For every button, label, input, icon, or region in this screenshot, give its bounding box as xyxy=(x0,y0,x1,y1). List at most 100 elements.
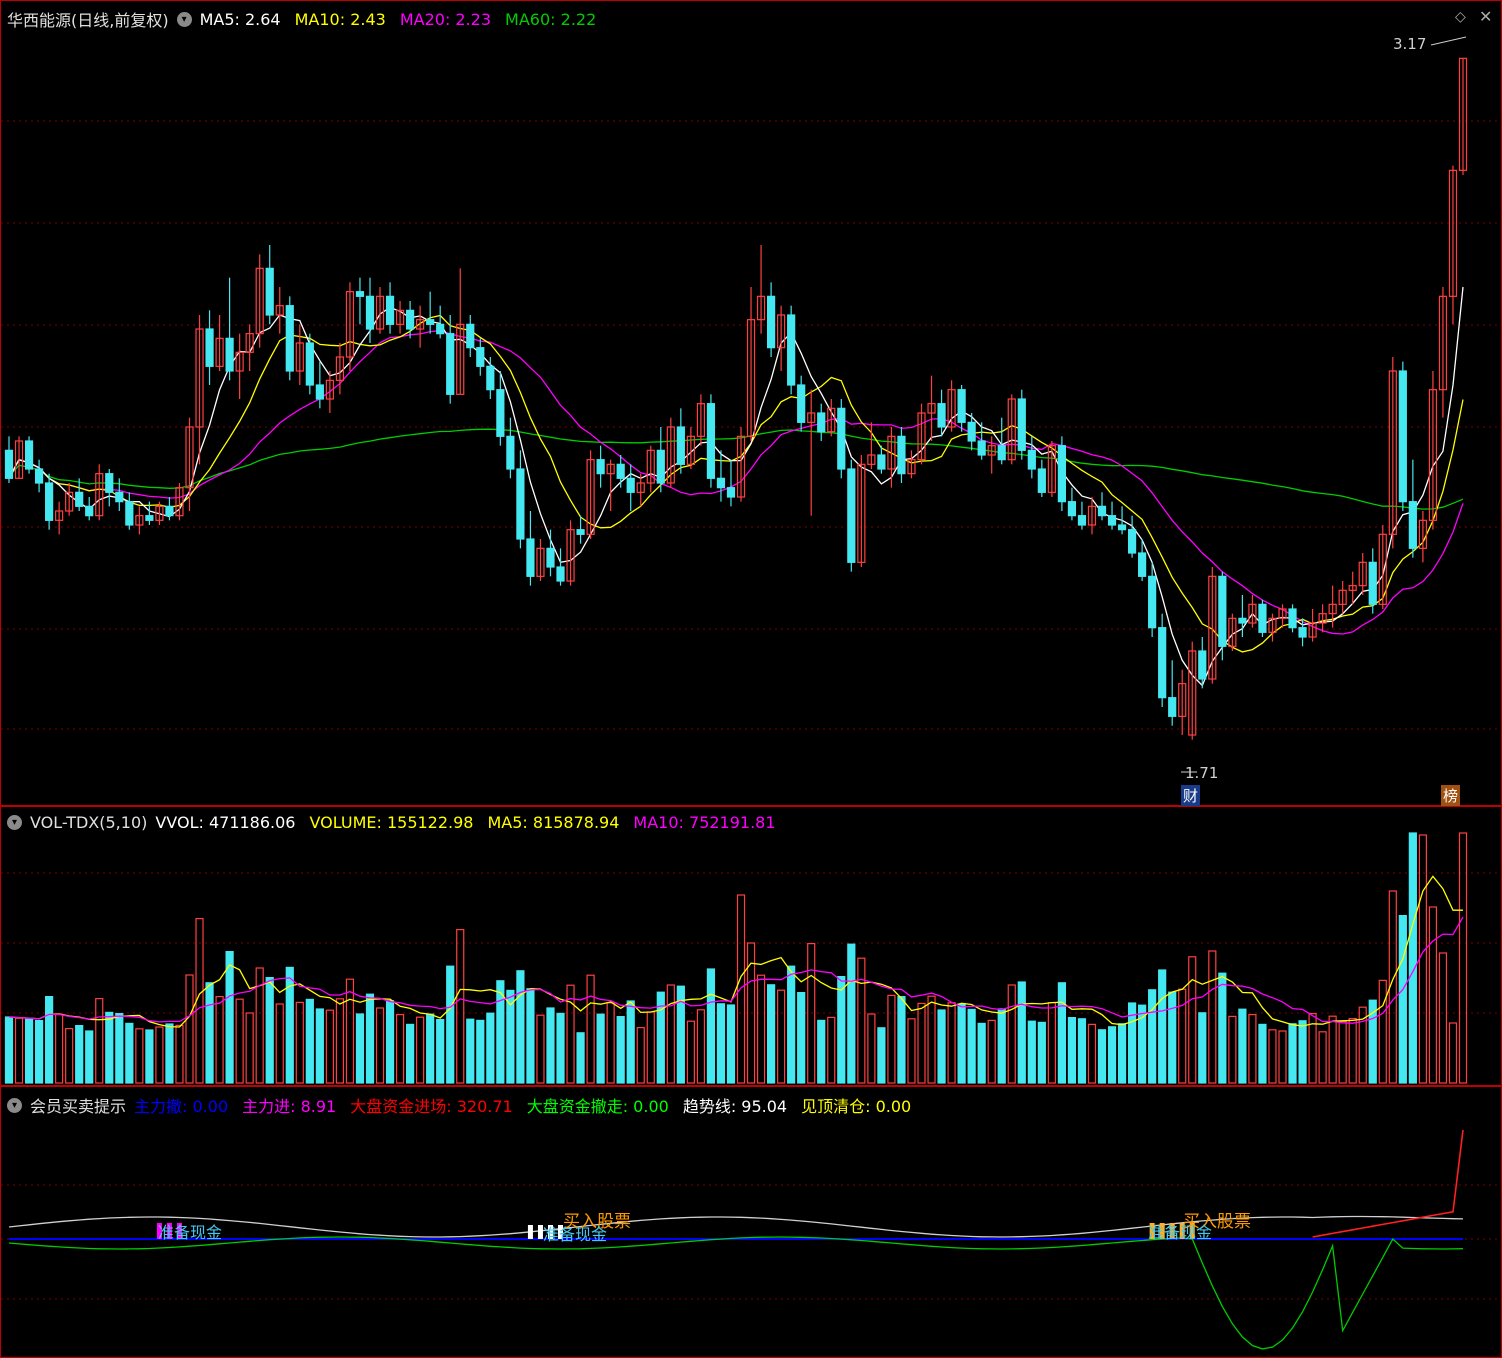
volume-bar xyxy=(857,957,866,1084)
candle-body xyxy=(516,468,525,540)
volume-bar xyxy=(1188,956,1197,1084)
volume-bar xyxy=(446,965,455,1084)
chevron-down-icon[interactable]: ▾ xyxy=(7,1097,22,1113)
volume-bar xyxy=(75,1025,84,1084)
volume-bar xyxy=(406,1023,415,1084)
candle-body xyxy=(546,547,555,568)
candle-body xyxy=(967,421,976,442)
volume-bar xyxy=(135,1028,144,1084)
volume-bar xyxy=(436,1019,445,1084)
volume-chart[interactable] xyxy=(1,807,1501,1085)
candle-body xyxy=(1077,515,1087,526)
candle-body xyxy=(225,337,234,372)
volume-bar xyxy=(576,1032,585,1084)
volume-bar xyxy=(1328,1015,1337,1084)
candle-body xyxy=(125,501,134,526)
candle-body xyxy=(1017,398,1026,451)
capital-out-line xyxy=(8,1236,1464,1350)
volume-bar xyxy=(1067,1017,1077,1084)
volume-bar xyxy=(1288,1023,1297,1084)
ma20-line xyxy=(8,329,1464,635)
candle-body xyxy=(817,412,826,433)
candle-body xyxy=(626,477,635,493)
candle-body xyxy=(476,347,485,367)
indicator-legend: 主力撤: 0.00 主力进: 8.91 大盘资金进场: 320.71 大盘资金撤走: … xyxy=(134,1093,925,1117)
candle-body xyxy=(1298,627,1307,638)
candle-body xyxy=(897,435,906,475)
price-chart-panel[interactable]: 华西能源(日线,前复权) ▾ MA5: 2.64 MA10: 2.43 MA20: … xyxy=(0,0,1502,806)
volume-bar xyxy=(867,1013,876,1084)
candle-body xyxy=(496,389,505,437)
volume-bar xyxy=(937,1009,946,1084)
chevron-down-icon[interactable]: ▾ xyxy=(7,815,22,830)
candlestick-chart[interactable] xyxy=(1,1,1501,805)
volume-legend: VVOL: 471186.06 VOLUME: 155122.98 MA5: 815… xyxy=(155,813,789,832)
volume-bar xyxy=(1007,984,1016,1084)
volume-bar xyxy=(1428,906,1438,1084)
volume-bar xyxy=(486,1012,495,1084)
volume-bar xyxy=(185,974,194,1084)
candle-body xyxy=(656,449,665,484)
indicator-panel[interactable]: ▾ 会员买卖提示 主力撤: 0.00 主力进: 8.91 大盘资金进场: 320.7… xyxy=(0,1086,1502,1358)
volume-bar xyxy=(766,984,776,1084)
candle-body xyxy=(576,529,585,535)
volume-bar xyxy=(716,1003,726,1084)
candle-body xyxy=(365,295,375,330)
volume-bar xyxy=(917,1002,926,1084)
candle-body xyxy=(1288,608,1297,629)
volume-bar xyxy=(927,995,936,1084)
volume-bar xyxy=(616,1016,625,1084)
indicator-chart[interactable] xyxy=(1,1087,1501,1357)
volume-bar xyxy=(516,970,525,1084)
volume-bar xyxy=(536,1014,545,1084)
candle-body xyxy=(616,463,625,479)
candle-body xyxy=(957,389,966,423)
volume-bar xyxy=(696,1009,706,1084)
volume-bar xyxy=(245,1012,254,1084)
volume-bar xyxy=(1158,969,1167,1084)
volume-bar xyxy=(34,1020,44,1084)
chevron-down-icon[interactable]: ▾ xyxy=(176,11,192,27)
volume-bar xyxy=(897,996,906,1084)
candle-body xyxy=(1168,697,1177,717)
volume-bar xyxy=(556,1012,565,1084)
indicator-header: ▾ 会员买卖提示 主力撤: 0.00 主力进: 8.91 大盘资金进场: 320.7… xyxy=(7,1093,925,1117)
candle-body xyxy=(34,468,44,484)
volume-bar xyxy=(726,1004,736,1084)
volume-bar xyxy=(646,1011,655,1084)
ma-legend: MA5: 2.64 MA10: 2.43 MA20: 2.23 MA60: 2.22 xyxy=(200,10,611,29)
volume-panel[interactable]: ▾ VOL-TDX(5,10) VVOL: 471186.06 VOLUME: 1… xyxy=(0,806,1502,1086)
ma-value-0: MA5: 2.64 xyxy=(199,9,281,29)
ranking-badge[interactable]: 榜 xyxy=(1441,785,1461,806)
volume-bar xyxy=(957,1003,966,1084)
volume-bar xyxy=(526,988,535,1084)
finance-badge[interactable]: 财 xyxy=(1181,785,1201,806)
volume-bar xyxy=(355,1013,365,1084)
volume-bar xyxy=(456,928,465,1084)
volume-bar xyxy=(4,1016,14,1084)
candle-body xyxy=(1037,468,1046,493)
volume-bar xyxy=(706,968,716,1084)
candle-body xyxy=(45,482,54,521)
volume-bar xyxy=(315,1008,324,1084)
candle-body xyxy=(676,426,685,465)
candle-body xyxy=(426,319,435,325)
diamond-icon[interactable]: ◇ xyxy=(1453,9,1468,25)
volume-bar xyxy=(1027,1020,1036,1084)
candle-body xyxy=(486,365,495,391)
indicator-value-3: 大盘资金撤走: 0.00 xyxy=(526,1097,669,1116)
candle-body xyxy=(406,309,415,330)
volume-bar xyxy=(997,1008,1006,1084)
close-x-icon[interactable]: ✕ xyxy=(1477,7,1494,26)
volume-bar xyxy=(45,996,54,1084)
volume-bar xyxy=(1458,832,1468,1084)
candle-body xyxy=(355,291,365,297)
volume-bar xyxy=(14,1017,24,1084)
volume-bar xyxy=(225,951,234,1084)
candle-body xyxy=(766,295,776,349)
volume-bar xyxy=(175,1024,184,1084)
capital-in-line xyxy=(1312,1129,1464,1238)
volume-bar xyxy=(1248,1014,1257,1084)
candle-body xyxy=(1368,561,1377,605)
volume-bar xyxy=(1278,1030,1287,1084)
